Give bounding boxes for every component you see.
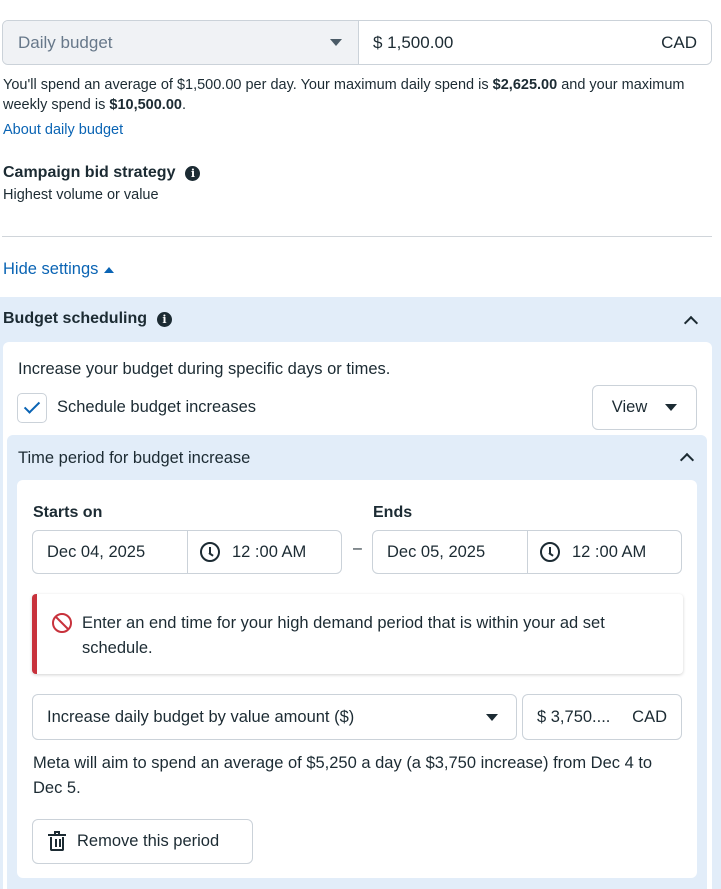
caret-down-icon: [330, 39, 342, 46]
max-daily-spend: $2,625.00: [492, 77, 558, 93]
time-period-title: Time period for budget increase: [18, 449, 251, 467]
start-time-value: 12 :00 AM: [232, 542, 307, 561]
clock-icon: [200, 542, 220, 562]
increase-amount-input[interactable]: $ 3,750.... CAD: [522, 694, 682, 740]
spend-summary: You'll spend an average of $1,500.00 per…: [3, 75, 703, 115]
end-datetime: Dec 05, 2025 12 :00 AM: [372, 530, 682, 574]
budget-currency: CAD: [661, 32, 697, 52]
error-prohibited-icon: [52, 613, 72, 633]
error-message-text: Enter an end time for your high demand p…: [82, 614, 605, 657]
info-icon[interactable]: i: [157, 311, 172, 327]
bid-strategy-value: Highest volume or value: [3, 187, 159, 203]
checkmark-icon: [23, 397, 41, 414]
schedule-increases-checkbox[interactable]: [17, 393, 47, 423]
ends-label: Ends: [373, 504, 413, 521]
bid-strategy-heading: Campaign bid strategy i: [3, 164, 201, 182]
budget-amount-input[interactable]: $ 1,500.00 CAD: [359, 21, 711, 64]
clock-icon: [540, 542, 560, 562]
view-dropdown-button[interactable]: View: [592, 385, 697, 430]
start-time-input[interactable]: 12 :00 AM: [188, 531, 341, 573]
budget-scheduling-heading: Budget scheduling i: [3, 310, 172, 328]
spend-text-part: .: [181, 97, 186, 113]
hide-settings-link[interactable]: Hide settings: [3, 260, 115, 279]
trash-icon: [48, 830, 66, 851]
budget-type-select[interactable]: Daily budget: [3, 21, 359, 64]
budget-scheduling-title: Budget scheduling: [3, 310, 147, 327]
schedule-increases-label[interactable]: Schedule budget increases: [57, 398, 256, 417]
spend-text-part: You'll spend an average of $1,500.00 per…: [3, 77, 493, 93]
increase-type-label: Increase daily budget by value amount ($…: [47, 707, 355, 726]
caret-up-icon: [104, 266, 115, 273]
divider: [2, 236, 712, 237]
scheduling-description: Increase your budget during specific day…: [18, 360, 391, 378]
start-datetime: Dec 04, 2025 12 :00 AM: [32, 530, 342, 574]
start-date-input[interactable]: Dec 04, 2025: [33, 531, 188, 573]
caret-down-icon: [486, 713, 498, 721]
bid-strategy-title: Campaign bid strategy: [3, 164, 176, 181]
budget-amount-value: $ 1,500.00: [373, 32, 454, 52]
end-date-input[interactable]: Dec 05, 2025: [373, 531, 528, 573]
hide-settings-label: Hide settings: [3, 260, 99, 278]
remove-period-button[interactable]: Remove this period: [32, 819, 253, 864]
starts-on-label: Starts on: [33, 504, 103, 521]
end-time-value: 12 :00 AM: [572, 542, 647, 561]
about-daily-budget-link[interactable]: About daily budget: [3, 122, 123, 138]
increase-currency: CAD: [632, 707, 667, 726]
budget-type-label: Daily budget: [18, 32, 113, 52]
caret-down-icon: [665, 404, 678, 411]
budget-row: Daily budget $ 1,500.00 CAD: [2, 20, 712, 65]
end-time-input[interactable]: 12 :00 AM: [528, 531, 681, 573]
aim-spend-text: Meta will aim to spend an average of $5,…: [33, 754, 653, 797]
date-range-separator: –: [353, 540, 362, 557]
remove-period-label: Remove this period: [77, 832, 220, 850]
increase-amount-value: $ 3,750....: [537, 707, 611, 726]
view-label: View: [611, 398, 648, 416]
increase-type-select[interactable]: Increase daily budget by value amount ($…: [32, 694, 517, 740]
info-icon[interactable]: i: [185, 165, 201, 181]
max-weekly-spend: $10,500.00: [109, 97, 182, 113]
